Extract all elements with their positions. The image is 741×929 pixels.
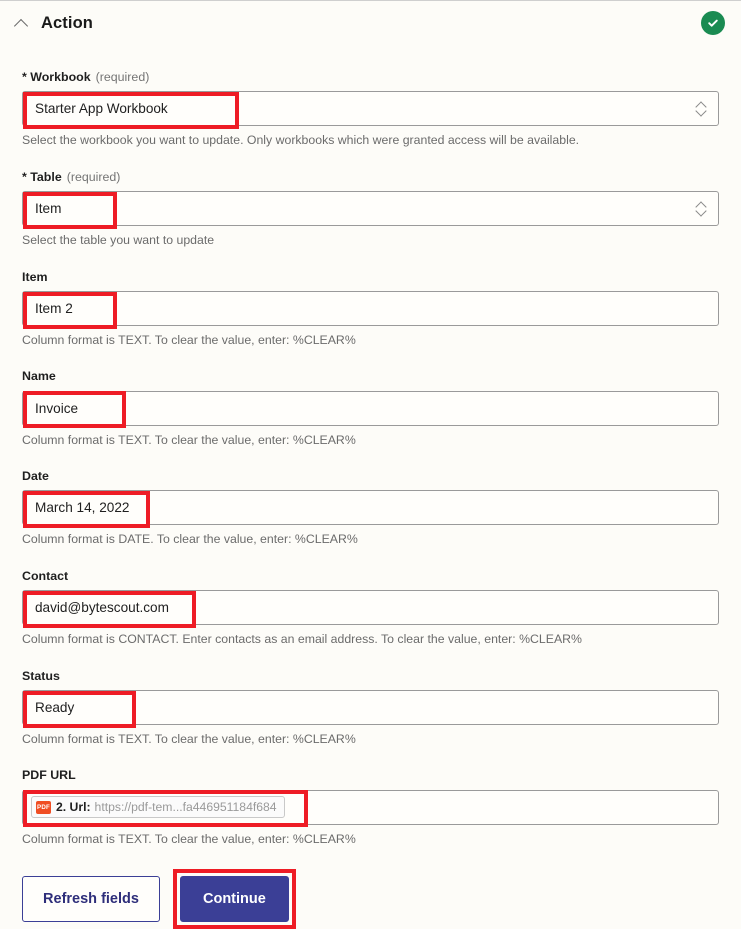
form-actions: Refresh fields Continue <box>22 869 719 929</box>
helper-table: Select the table you want to update <box>22 233 215 248</box>
field-item: Item Item 2 Column format is TEXT. To cl… <box>22 269 719 349</box>
helper-contact: Column format is CONTACT. Enter contacts… <box>22 632 582 647</box>
contact-value: david@bytescout.com <box>35 600 169 616</box>
action-section-header[interactable]: Action <box>0 0 741 46</box>
continue-button[interactable]: Continue <box>180 876 289 923</box>
label-text: * Table <box>22 169 62 184</box>
item-value: Item 2 <box>35 300 73 316</box>
contact-input[interactable]: david@bytescout.com <box>22 590 719 626</box>
name-value: Invoice <box>35 400 79 416</box>
field-date: Date March 14, 2022 Column format is DAT… <box>22 470 719 548</box>
label-text: * Workbook <box>22 70 91 84</box>
workbook-value: Starter App Workbook <box>35 101 168 117</box>
field-label-date: Date <box>22 469 49 484</box>
helper-workbook: Select the workbook you want to update. … <box>22 133 580 148</box>
helper-status: Column format is TEXT. To clear the valu… <box>22 732 356 746</box>
field-label-name: Name <box>22 369 56 384</box>
field-pdf-url: PDF URL PDF 2. Url: https://pdf-tem...fa… <box>22 769 719 847</box>
chevron-up-icon[interactable] <box>14 15 30 31</box>
item-input[interactable]: Item 2 <box>22 290 719 326</box>
field-contact: Contact david@bytescout.com Column forma… <box>22 568 719 648</box>
date-value: March 14, 2022 <box>35 500 130 516</box>
field-table: * Table (required) Item Select the table … <box>22 171 719 249</box>
refresh-fields-button[interactable]: Refresh fields <box>22 876 160 923</box>
field-status: Status Ready Column format is TEXT. To c… <box>22 668 719 748</box>
page-title: Action <box>41 13 93 32</box>
field-label-item: Item <box>22 269 48 284</box>
required-note: (required) <box>95 70 150 84</box>
name-input[interactable]: Invoice <box>22 390 719 426</box>
refresh-fields-wrapper: Refresh fields <box>22 876 160 923</box>
required-note: (required) <box>66 169 121 184</box>
field-label-contact: Contact <box>22 568 69 583</box>
field-label-table: * Table (required) <box>22 171 719 183</box>
pdf-icon: PDF <box>36 800 51 814</box>
action-form: * Workbook (required) Starter App Workboo… <box>0 46 741 929</box>
pdf-url-input[interactable]: PDF 2. Url: https://pdf-tem...fa44695118… <box>22 789 719 825</box>
check-circle-icon <box>701 11 725 35</box>
chevron-updown-icon[interactable] <box>696 201 707 217</box>
date-input[interactable]: March 14, 2022 <box>22 490 719 526</box>
field-label-pdf-url: PDF URL <box>22 768 76 783</box>
field-name: Name Invoice Column format is TEXT. To c… <box>22 370 719 448</box>
workbook-select[interactable]: Starter App Workbook <box>22 91 719 127</box>
token-chip-url[interactable]: PDF 2. Url: https://pdf-tem...fa44695118… <box>31 796 285 819</box>
helper-name: Column format is TEXT. To clear the valu… <box>22 432 356 447</box>
helper-date: Column format is DATE. To clear the valu… <box>22 532 358 547</box>
chevron-updown-icon[interactable] <box>696 101 707 117</box>
field-label-workbook: * Workbook (required) <box>22 71 719 83</box>
helper-item: Column format is TEXT. To clear the valu… <box>22 332 356 347</box>
helper-pdf-url: Column format is TEXT. To clear the valu… <box>22 831 356 846</box>
token-key: 2. Url: <box>56 800 91 815</box>
token-value: https://pdf-tem...fa446951184f684 <box>94 800 277 815</box>
table-value: Item <box>35 201 62 217</box>
continue-wrapper: Continue <box>173 869 296 929</box>
field-workbook: * Workbook (required) Starter App Workboo… <box>22 71 719 149</box>
table-select[interactable]: Item <box>22 191 719 227</box>
status-input[interactable]: Ready <box>22 690 719 725</box>
status-value: Ready <box>35 700 75 715</box>
field-label-status: Status <box>22 668 60 683</box>
